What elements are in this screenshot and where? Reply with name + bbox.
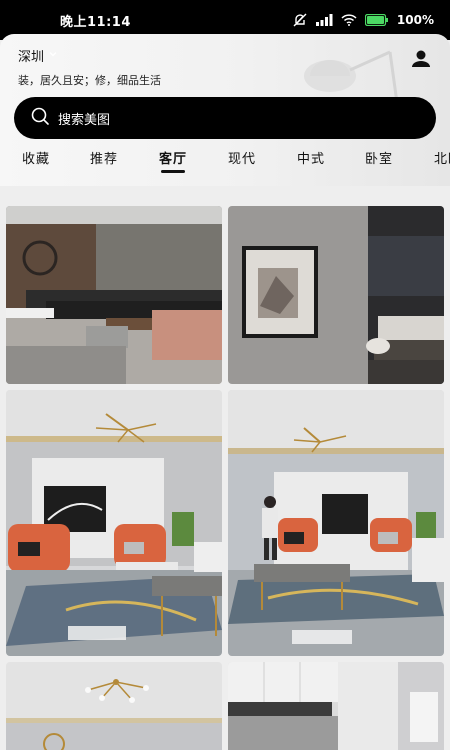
- tab-recommended[interactable]: 推荐: [90, 148, 118, 167]
- slogan: 装，居久且安；修，细品生活: [18, 74, 161, 87]
- battery-percent: 100%: [396, 13, 434, 27]
- gallery-photo-5[interactable]: [6, 662, 222, 750]
- user-icon[interactable]: [410, 48, 432, 70]
- search-bar[interactable]: 搜索美图: [14, 97, 436, 139]
- city-selector[interactable]: 深圳: [18, 46, 58, 65]
- chevron-down-icon: [48, 48, 58, 63]
- tab-chinese[interactable]: 中式: [297, 148, 325, 167]
- battery-icon: [364, 14, 389, 26]
- tab-living-room[interactable]: 客厅: [159, 148, 187, 167]
- search-placeholder: 搜索美图: [58, 112, 111, 128]
- gallery-photo-3[interactable]: [6, 390, 222, 656]
- signal-icon: [315, 14, 333, 26]
- tab-modern[interactable]: 现代: [228, 148, 256, 167]
- status-time: 晚上11:14: [60, 14, 131, 30]
- photo-grid: [0, 196, 450, 750]
- tab-bedroom[interactable]: 卧室: [365, 148, 393, 167]
- status-icons: 100%: [293, 13, 434, 27]
- gallery-photo-2[interactable]: [228, 206, 444, 384]
- tab-nordic[interactable]: 北欧: [434, 148, 450, 167]
- tab-favorites[interactable]: 收藏: [22, 148, 50, 167]
- gallery-photo-1[interactable]: [6, 206, 222, 384]
- gallery-photo-6[interactable]: [228, 662, 444, 750]
- mute-icon: [293, 13, 307, 27]
- active-tab-indicator: [161, 170, 185, 173]
- wifi-icon: [341, 14, 357, 26]
- gallery-photo-4[interactable]: [228, 390, 444, 656]
- search-icon: [30, 106, 50, 130]
- city-label: 深圳: [18, 50, 45, 65]
